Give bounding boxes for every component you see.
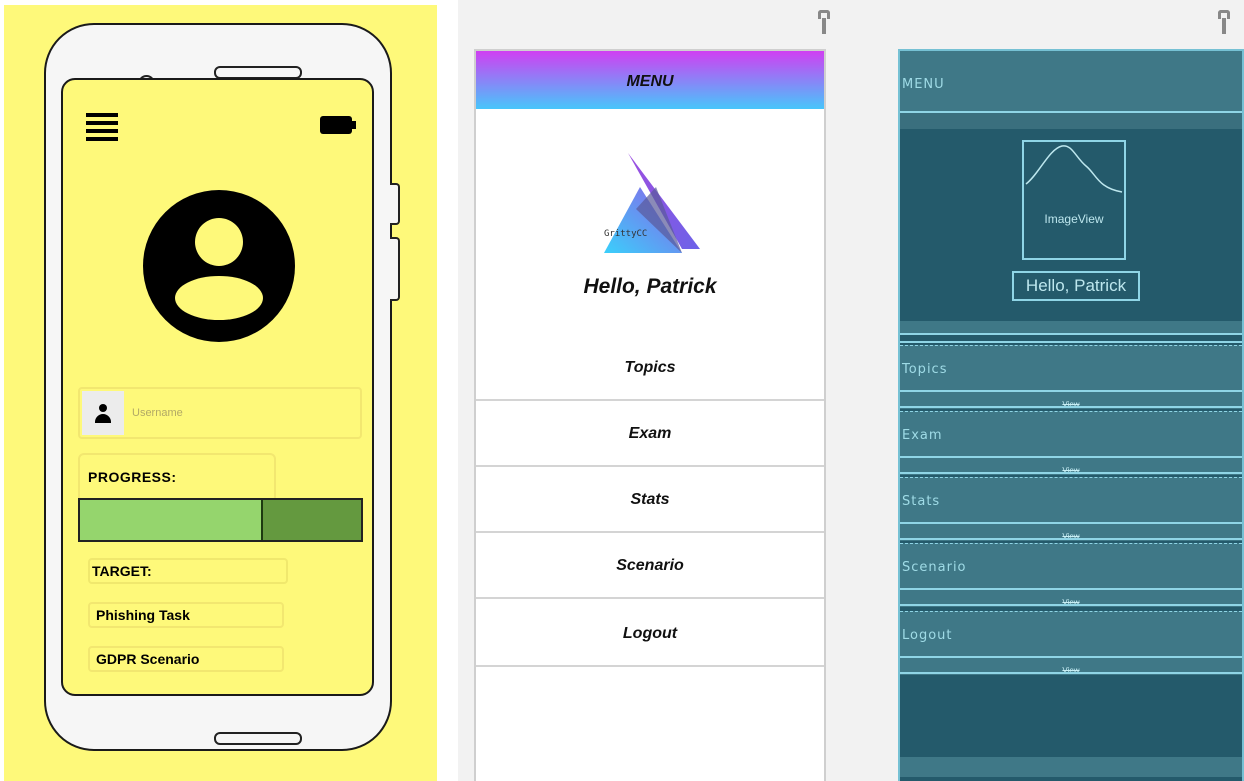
blueprint-divider: [900, 341, 1242, 343]
blueprint-item-topics[interactable]: Topics View: [900, 345, 1242, 409]
menu-item-exam[interactable]: Exam: [476, 401, 824, 467]
blueprint-item-logout[interactable]: Logout View: [900, 611, 1242, 675]
target-label: TARGET:: [88, 558, 288, 584]
menu-item-scenario[interactable]: Scenario: [476, 533, 824, 599]
progress-bar: [78, 498, 363, 542]
progress-label: PROGRESS:: [88, 469, 177, 485]
blueprint-item-exam[interactable]: Exam View: [900, 411, 1242, 475]
menu-title: MENU: [626, 73, 674, 90]
progress-label-box: PROGRESS:: [78, 453, 276, 503]
blueprint-divider: [900, 333, 1242, 335]
blueprint-menu-header: MENU: [900, 51, 1242, 113]
imageview-label: ImageView: [1044, 212, 1104, 226]
blueprint-item-stats[interactable]: Stats View: [900, 477, 1242, 541]
menu-item-topics[interactable]: Topics: [476, 335, 824, 401]
menu-item-stats[interactable]: Stats: [476, 467, 824, 533]
phone-mockup-panel: PROGRESS: TARGET: Phishing Task GDPR Sce…: [4, 5, 437, 781]
blueprint-item-scenario[interactable]: Scenario View: [900, 543, 1242, 607]
power-button: [390, 237, 400, 301]
blueprint-band: [900, 113, 1242, 129]
pin-icon[interactable]: [1218, 10, 1230, 38]
home-bar: [214, 732, 302, 745]
hamburger-menu-icon[interactable]: [86, 113, 118, 149]
blueprint-item-label: Stats: [902, 494, 941, 509]
blueprint-greeting[interactable]: Hello, Patrick: [1012, 271, 1140, 301]
blueprint-imageview[interactable]: ImageView: [1022, 140, 1126, 260]
grittycc-logo: GrittyCC: [596, 149, 702, 253]
menu-item-logout[interactable]: Logout: [476, 601, 824, 667]
blueprint-item-label: Topics: [902, 362, 948, 377]
profile-avatar-icon: [143, 190, 295, 342]
target-item-phishing-task[interactable]: Phishing Task: [88, 602, 284, 628]
username-field[interactable]: [78, 387, 362, 439]
volume-button: [390, 183, 400, 225]
target-label-text: TARGET:: [92, 563, 152, 579]
progress-fill: [80, 500, 263, 540]
logo-text: GrittyCC: [604, 229, 648, 239]
design-preview-drawer: MENU GrittyCC Hello, Patrick Topics Exam…: [474, 49, 826, 781]
blueprint-menu-title: MENU: [902, 77, 945, 92]
target-item-gdpr-scenario[interactable]: GDPR Scenario: [88, 646, 284, 672]
menu-header: MENU: [476, 51, 824, 109]
blueprint-band: [900, 757, 1242, 777]
blueprint-item-label: Exam: [902, 428, 943, 443]
greeting: Hello, Patrick: [583, 275, 717, 298]
blueprint-item-label: Scenario: [902, 560, 967, 575]
username-input[interactable]: [132, 403, 332, 423]
person-icon: [82, 391, 124, 435]
blueprint-preview-drawer: MENU ImageView Hello, Patrick Topics Vie…: [898, 49, 1244, 781]
blueprint-item-label: Logout: [902, 628, 953, 643]
battery-icon: [320, 116, 356, 134]
pin-icon[interactable]: [818, 10, 830, 38]
